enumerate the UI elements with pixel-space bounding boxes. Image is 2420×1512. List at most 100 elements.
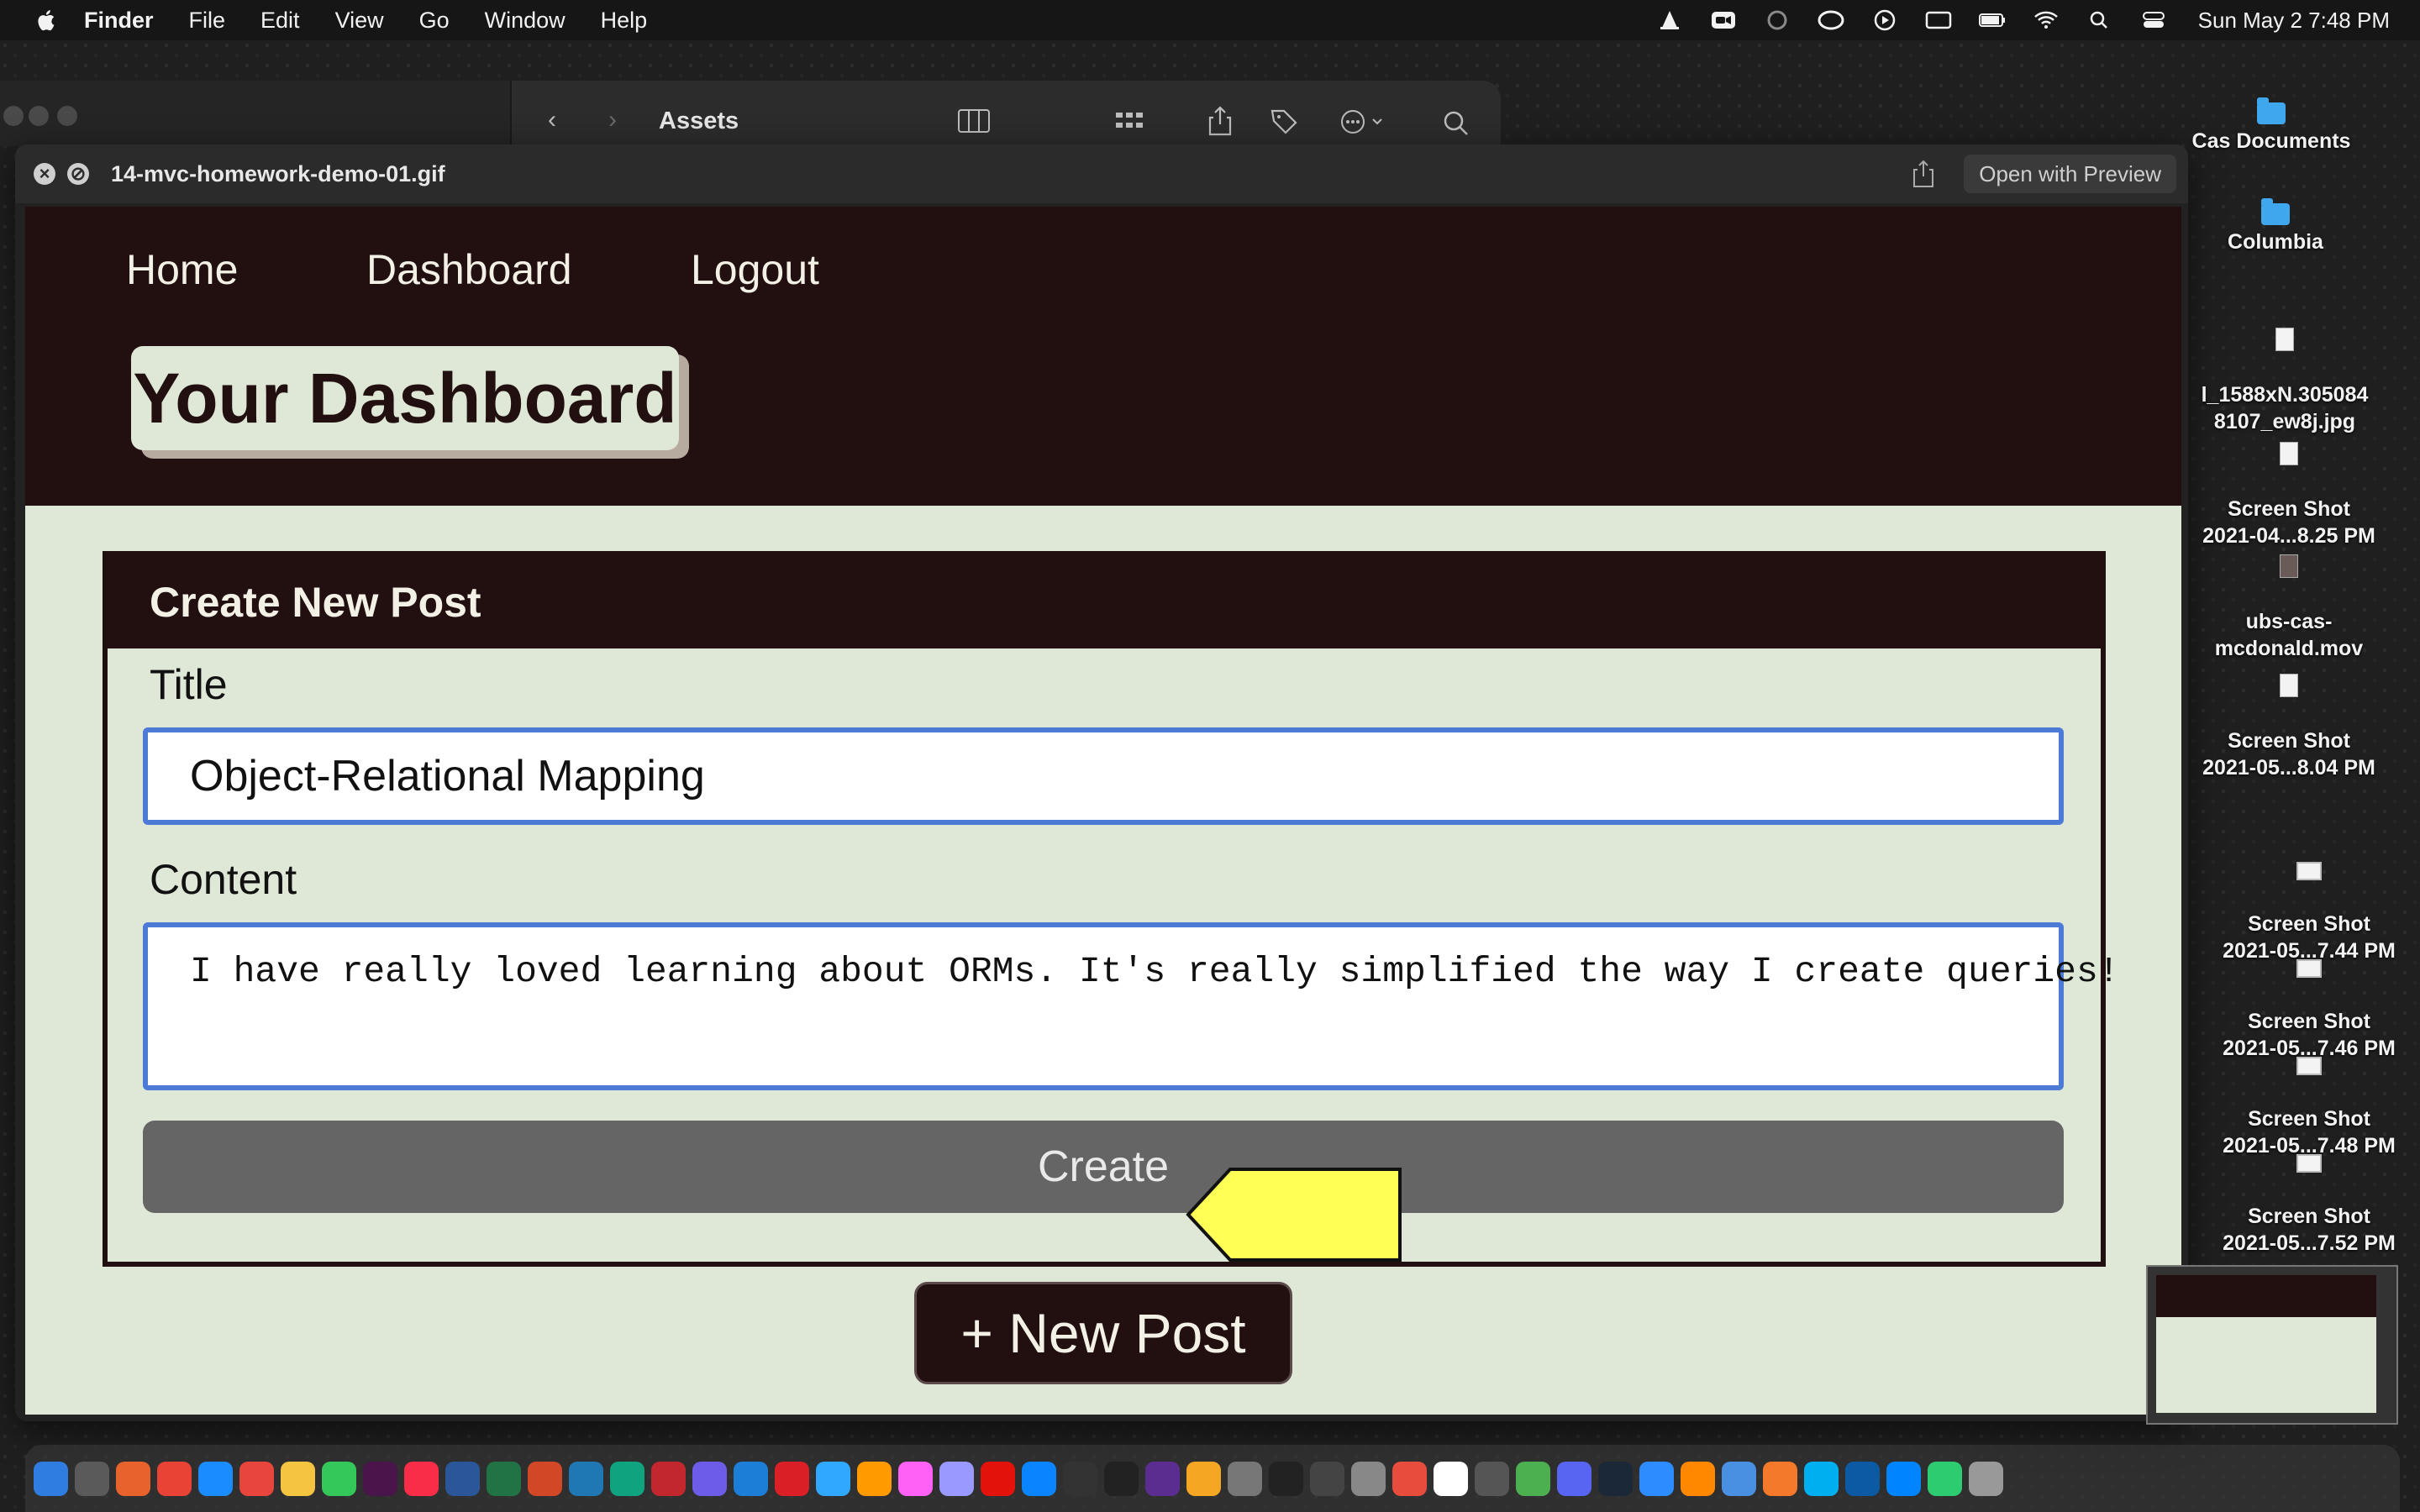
more-actions-icon[interactable] [1339, 109, 1390, 134]
title-label: Title [150, 661, 228, 708]
dock-app-proton-icon[interactable] [692, 1461, 727, 1496]
menu-window[interactable]: Window [485, 8, 566, 34]
dock-app-facetime-icon[interactable] [1928, 1461, 1962, 1496]
nav-home-link[interactable]: Home [126, 245, 238, 294]
dock-app-launchpad-icon[interactable] [75, 1461, 109, 1496]
nav-logout-link[interactable]: Logout [691, 245, 819, 294]
finder-minimize-button[interactable] [29, 106, 49, 126]
vlc-status-icon[interactable] [1655, 9, 1684, 31]
menu-clock[interactable]: Sun May 2 7:48 PM [2198, 8, 2390, 34]
nav-dashboard-link[interactable]: Dashboard [366, 245, 572, 294]
desktop-item-screenshot[interactable]: Screen Shot 2021-05...8.04 PM [2188, 647, 2390, 781]
menu-go[interactable]: Go [419, 8, 450, 34]
dock-app-reminders-icon[interactable] [1392, 1461, 1427, 1496]
spotlight-search-icon[interactable] [2086, 9, 2114, 31]
dock-app-calendar-icon[interactable] [1434, 1461, 1468, 1496]
dock-app-activity-monitor-icon[interactable] [1063, 1461, 1097, 1496]
dock-app-chess-icon[interactable] [1310, 1461, 1344, 1496]
fullscreen-icon[interactable]: ⊘ [67, 163, 89, 185]
dock-app-illustrator-icon[interactable] [857, 1461, 892, 1496]
desktop-item-screenshot[interactable]: Screen Shot 2021-05...7.52 PM [2208, 1127, 2410, 1257]
dock-app-vlc-icon[interactable] [1681, 1461, 1715, 1496]
desktop-item-cas-documents[interactable]: Cas Documents [2183, 97, 2360, 155]
share-icon[interactable] [1911, 160, 1936, 188]
dock-app-chrome-icon[interactable] [157, 1461, 192, 1496]
dock-app-discord-icon[interactable] [1557, 1461, 1591, 1496]
close-icon[interactable]: × [34, 163, 55, 185]
dock-app-skype-icon[interactable] [1804, 1461, 1839, 1496]
dock-app-visual-studio-icon[interactable] [1145, 1461, 1180, 1496]
dock-app-photos-icon[interactable] [1186, 1461, 1221, 1496]
dock-app-filezilla-icon[interactable] [651, 1461, 686, 1496]
finder-window-title: Assets [659, 108, 739, 134]
wifi-icon[interactable] [2032, 9, 2060, 31]
screenshot-thumbnail[interactable] [2146, 1265, 2398, 1425]
search-icon[interactable] [1442, 109, 1470, 135]
dock-app-xd-icon[interactable] [898, 1461, 933, 1496]
dock-app-creative-cloud-icon[interactable] [775, 1461, 809, 1496]
dock-app-messages-icon[interactable] [322, 1461, 356, 1496]
tag-icon[interactable] [1269, 108, 1299, 134]
group-view-icon[interactable] [1114, 109, 1148, 134]
desktop-item-columbia[interactable]: Columbia [2200, 198, 2351, 255]
dock-app-premiere-icon[interactable] [939, 1461, 974, 1496]
control-center-icon[interactable] [2139, 9, 2168, 31]
create-button[interactable]: Create [143, 1121, 2064, 1213]
dock-app-steam-icon[interactable] [1598, 1461, 1633, 1496]
zoom-status-icon[interactable] [1709, 9, 1738, 31]
dock-app-calculator-icon[interactable] [1475, 1461, 1509, 1496]
dock-app-tableau-icon[interactable] [569, 1461, 603, 1496]
dock-app-chatgpt-icon[interactable] [610, 1461, 644, 1496]
dock-app-safari-icon[interactable] [198, 1461, 233, 1496]
menu-help[interactable]: Help [601, 8, 648, 34]
dock-app-launchpad-grid-icon[interactable] [1228, 1461, 1262, 1496]
open-with-preview-button[interactable]: Open with Preview [1964, 155, 2176, 193]
dock-app-photoshop-icon[interactable] [816, 1461, 850, 1496]
share-icon[interactable] [1207, 106, 1234, 136]
dock-app-zoom-icon[interactable] [1639, 1461, 1674, 1496]
menu-view[interactable]: View [335, 8, 384, 34]
finder-zoom-button[interactable] [57, 106, 77, 126]
dock-app-notes-icon[interactable] [281, 1461, 315, 1496]
dock-app-excel-icon[interactable] [487, 1461, 521, 1496]
menu-file[interactable]: File [189, 8, 226, 34]
dock-app-slack-icon[interactable] [363, 1461, 397, 1496]
apple-menu-icon[interactable] [35, 8, 55, 32]
back-arrow-icon[interactable]: ‹ [548, 106, 556, 134]
dock-app-trash-icon[interactable] [1969, 1461, 2003, 1496]
dock-app-firefox-icon[interactable] [116, 1461, 150, 1496]
creative-cloud-icon[interactable] [1817, 9, 1845, 31]
forward-arrow-icon[interactable]: › [608, 106, 617, 134]
dock-app-music-icon[interactable] [404, 1461, 439, 1496]
dock-app-messenger-icon[interactable] [1886, 1461, 1921, 1496]
desktop-item-mov[interactable]: ubs-cas- mcdonald.mov [2196, 528, 2381, 662]
dock-app-blender-icon[interactable] [1763, 1461, 1797, 1496]
play-status-icon[interactable] [1870, 9, 1899, 31]
sync-status-icon[interactable] [1763, 9, 1791, 31]
menu-app-name[interactable]: Finder [84, 8, 154, 34]
dock-app-app-store-icon[interactable] [1022, 1461, 1056, 1496]
battery-icon[interactable] [1978, 9, 2007, 31]
dock-app-maps-icon[interactable] [1516, 1461, 1550, 1496]
title-input[interactable]: Object-Relational Mapping [143, 727, 2064, 825]
finder-close-button[interactable] [3, 106, 24, 126]
keyboard-status-icon[interactable] [1924, 9, 1953, 31]
page-title: Your Dashboard [131, 346, 679, 450]
menu-edit[interactable]: Edit [260, 8, 300, 34]
dock-app-edge-icon[interactable] [1845, 1461, 1880, 1496]
quicklook-filename: 14-mvc-homework-demo-01.gif [111, 160, 445, 186]
new-post-button[interactable]: + New Post [914, 1282, 1292, 1384]
dock-app-powerpoint-icon[interactable] [528, 1461, 562, 1496]
content-textarea[interactable]: I have really loved learning about ORMs.… [143, 922, 2120, 1090]
column-view-icon[interactable] [958, 109, 992, 134]
dock-app-preview-icon[interactable] [1722, 1461, 1756, 1496]
dock-app-word-icon[interactable] [445, 1461, 480, 1496]
dock-app-news-icon[interactable] [239, 1461, 274, 1496]
finder-divider [510, 81, 512, 146]
dock-app-terminal-icon[interactable] [1104, 1461, 1139, 1496]
dock-app-xcode-icon[interactable] [734, 1461, 768, 1496]
dock-app-unity-icon[interactable] [1269, 1461, 1303, 1496]
dock-app-settings-icon[interactable] [1351, 1461, 1386, 1496]
dock-app-acrobat-icon[interactable] [981, 1461, 1015, 1496]
dock-app-finder-icon[interactable] [34, 1461, 68, 1496]
